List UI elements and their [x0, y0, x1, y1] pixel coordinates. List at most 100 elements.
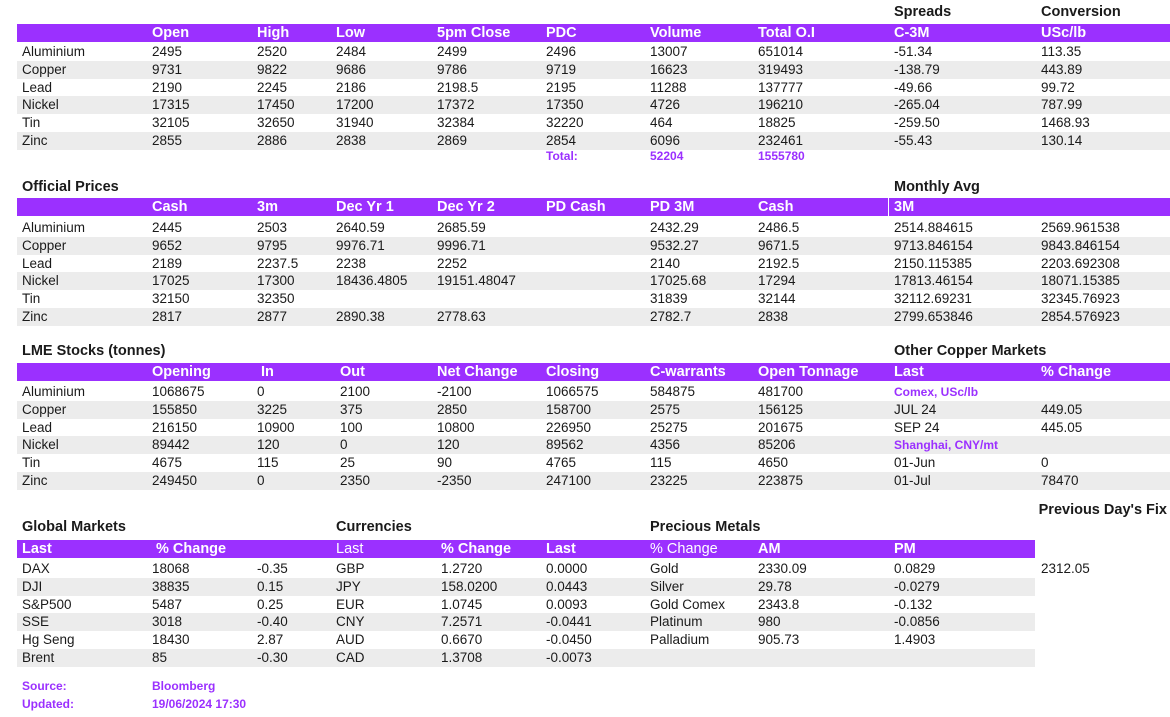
col-pm-last: Last [546, 541, 576, 557]
conversion-super-header: Conversion [1041, 4, 1121, 20]
col-3m: 3m [257, 199, 278, 215]
table-cell: 78470 [1041, 473, 1079, 488]
table-cell: -0.0073 [546, 650, 592, 665]
table-cell: 2778.63 [437, 309, 486, 324]
col-pd-3m: PD 3M [650, 199, 695, 215]
table-cell: 5487 [152, 596, 183, 612]
row-label: Lead [22, 79, 53, 95]
table-cell: 0.0443 [546, 578, 588, 594]
table-cell: 445.05 [1041, 419, 1083, 435]
table-cell: Shanghai, CNY/mt [894, 438, 999, 453]
col-pm-pm: PM [894, 541, 916, 557]
table-cell: 216150 [152, 419, 198, 435]
table-cell: 2838 [758, 309, 789, 324]
table-cell: 2685.59 [437, 220, 486, 235]
table-cell: 481700 [758, 384, 804, 399]
table-cell: 2514.884615 [894, 220, 973, 235]
table-cell: 25 [340, 455, 356, 471]
col-cur-last: Last [336, 541, 364, 557]
table-cell: 2445 [152, 220, 183, 235]
table-cell: 2245 [257, 79, 288, 95]
table-cell: 2838 [336, 133, 367, 148]
table-cell: 120 [437, 437, 460, 453]
table-cell: 1.3708 [441, 650, 483, 665]
total-label: Total: [546, 149, 578, 163]
table-cell: 137777 [758, 79, 804, 95]
col-open: Open [152, 25, 190, 41]
row-label: DJI [22, 578, 43, 594]
col-gm-pct-change: % Change [156, 541, 227, 557]
table-cell: 2350 [340, 473, 371, 488]
table-cell: 3018 [152, 614, 183, 630]
table-cell: 38835 [152, 578, 190, 594]
row-label: S&P500 [22, 596, 72, 612]
table-cell: 9713.846154 [894, 237, 973, 253]
table-cell: 32112.69231 [894, 291, 972, 307]
table-cell: JUL 24 [894, 401, 937, 417]
table-cell: 2486.5 [758, 220, 800, 235]
table-cell: 9686 [336, 61, 367, 77]
table-cell: 196210 [758, 97, 804, 113]
table-cell: -0.0856 [894, 614, 940, 630]
table-cell: 0.0000 [546, 561, 588, 576]
table-cell: JPY [336, 578, 361, 594]
table-cell: 18825 [758, 115, 796, 131]
table-cell: 375 [340, 401, 363, 417]
table-cell: 2100 [340, 384, 371, 399]
table-cell: 17350 [546, 97, 584, 113]
row-label: Zinc [22, 473, 48, 488]
col-pdc: PDC [546, 25, 577, 41]
table-cell: 2496 [546, 44, 577, 59]
table-cell: 0 [1041, 455, 1049, 471]
row-band [17, 649, 1035, 667]
table-cell: 247100 [546, 473, 592, 488]
row-label: Zinc [22, 133, 48, 148]
row-label: SSE [22, 614, 50, 630]
lme-stocks-title: LME Stocks (tonnes) [22, 343, 166, 359]
table-cell: 2869 [437, 133, 468, 148]
table-cell: 32345.76923 [1041, 291, 1120, 307]
table-cell: 2817 [152, 309, 183, 324]
table-cell: 2854.576923 [1041, 309, 1120, 324]
row-band [17, 132, 1170, 150]
row-band [17, 96, 1170, 115]
currencies-title: Currencies [336, 519, 412, 535]
table-cell: Comex, USc/lb [894, 385, 979, 399]
col-copper-pct-change: % Change [1041, 364, 1112, 380]
col-copper-last: Last [894, 364, 924, 380]
row-label: Lead [22, 419, 53, 435]
row-label: Tin [22, 455, 41, 471]
row-label: Aluminium [22, 220, 86, 235]
col-closing: Closing [546, 364, 600, 380]
table-cell: 2186 [336, 79, 367, 95]
table-cell: 201675 [758, 419, 804, 435]
table-cell: -138.79 [894, 61, 940, 77]
table-cell: -2100 [437, 384, 472, 399]
col-usc-lb: USc/lb [1041, 25, 1087, 41]
table-cell: Palladium [650, 632, 710, 648]
table-cell: 4765 [546, 455, 577, 471]
table-cell: 85 [152, 650, 168, 665]
col-out: Out [340, 364, 365, 380]
table-cell: 17813.46154 [894, 273, 973, 289]
table-cell: 1068675 [152, 384, 205, 399]
col-cash: Cash [152, 199, 188, 215]
table-cell: 464 [650, 115, 673, 131]
row-label: Nickel [22, 437, 59, 453]
row-label: Brent [22, 650, 55, 665]
table-cell: 2575 [650, 401, 681, 417]
table-cell: 10900 [257, 419, 295, 435]
row-label: DAX [22, 561, 50, 576]
table-cell: -0.132 [894, 596, 933, 612]
table-cell: 9822 [257, 61, 288, 77]
table-cell: 32105 [152, 115, 190, 131]
table-cell: -51.34 [894, 44, 933, 59]
col-pd-cash: PD Cash [546, 199, 606, 215]
table-cell: 9795 [257, 237, 288, 253]
table-cell: 2855 [152, 133, 183, 148]
table-cell: 99.72 [1041, 79, 1075, 95]
table-cell: 31839 [650, 291, 688, 307]
table-cell: 2237.5 [257, 255, 299, 271]
table-cell: 2203.692308 [1041, 255, 1120, 271]
table-cell: SEP 24 [894, 419, 940, 435]
